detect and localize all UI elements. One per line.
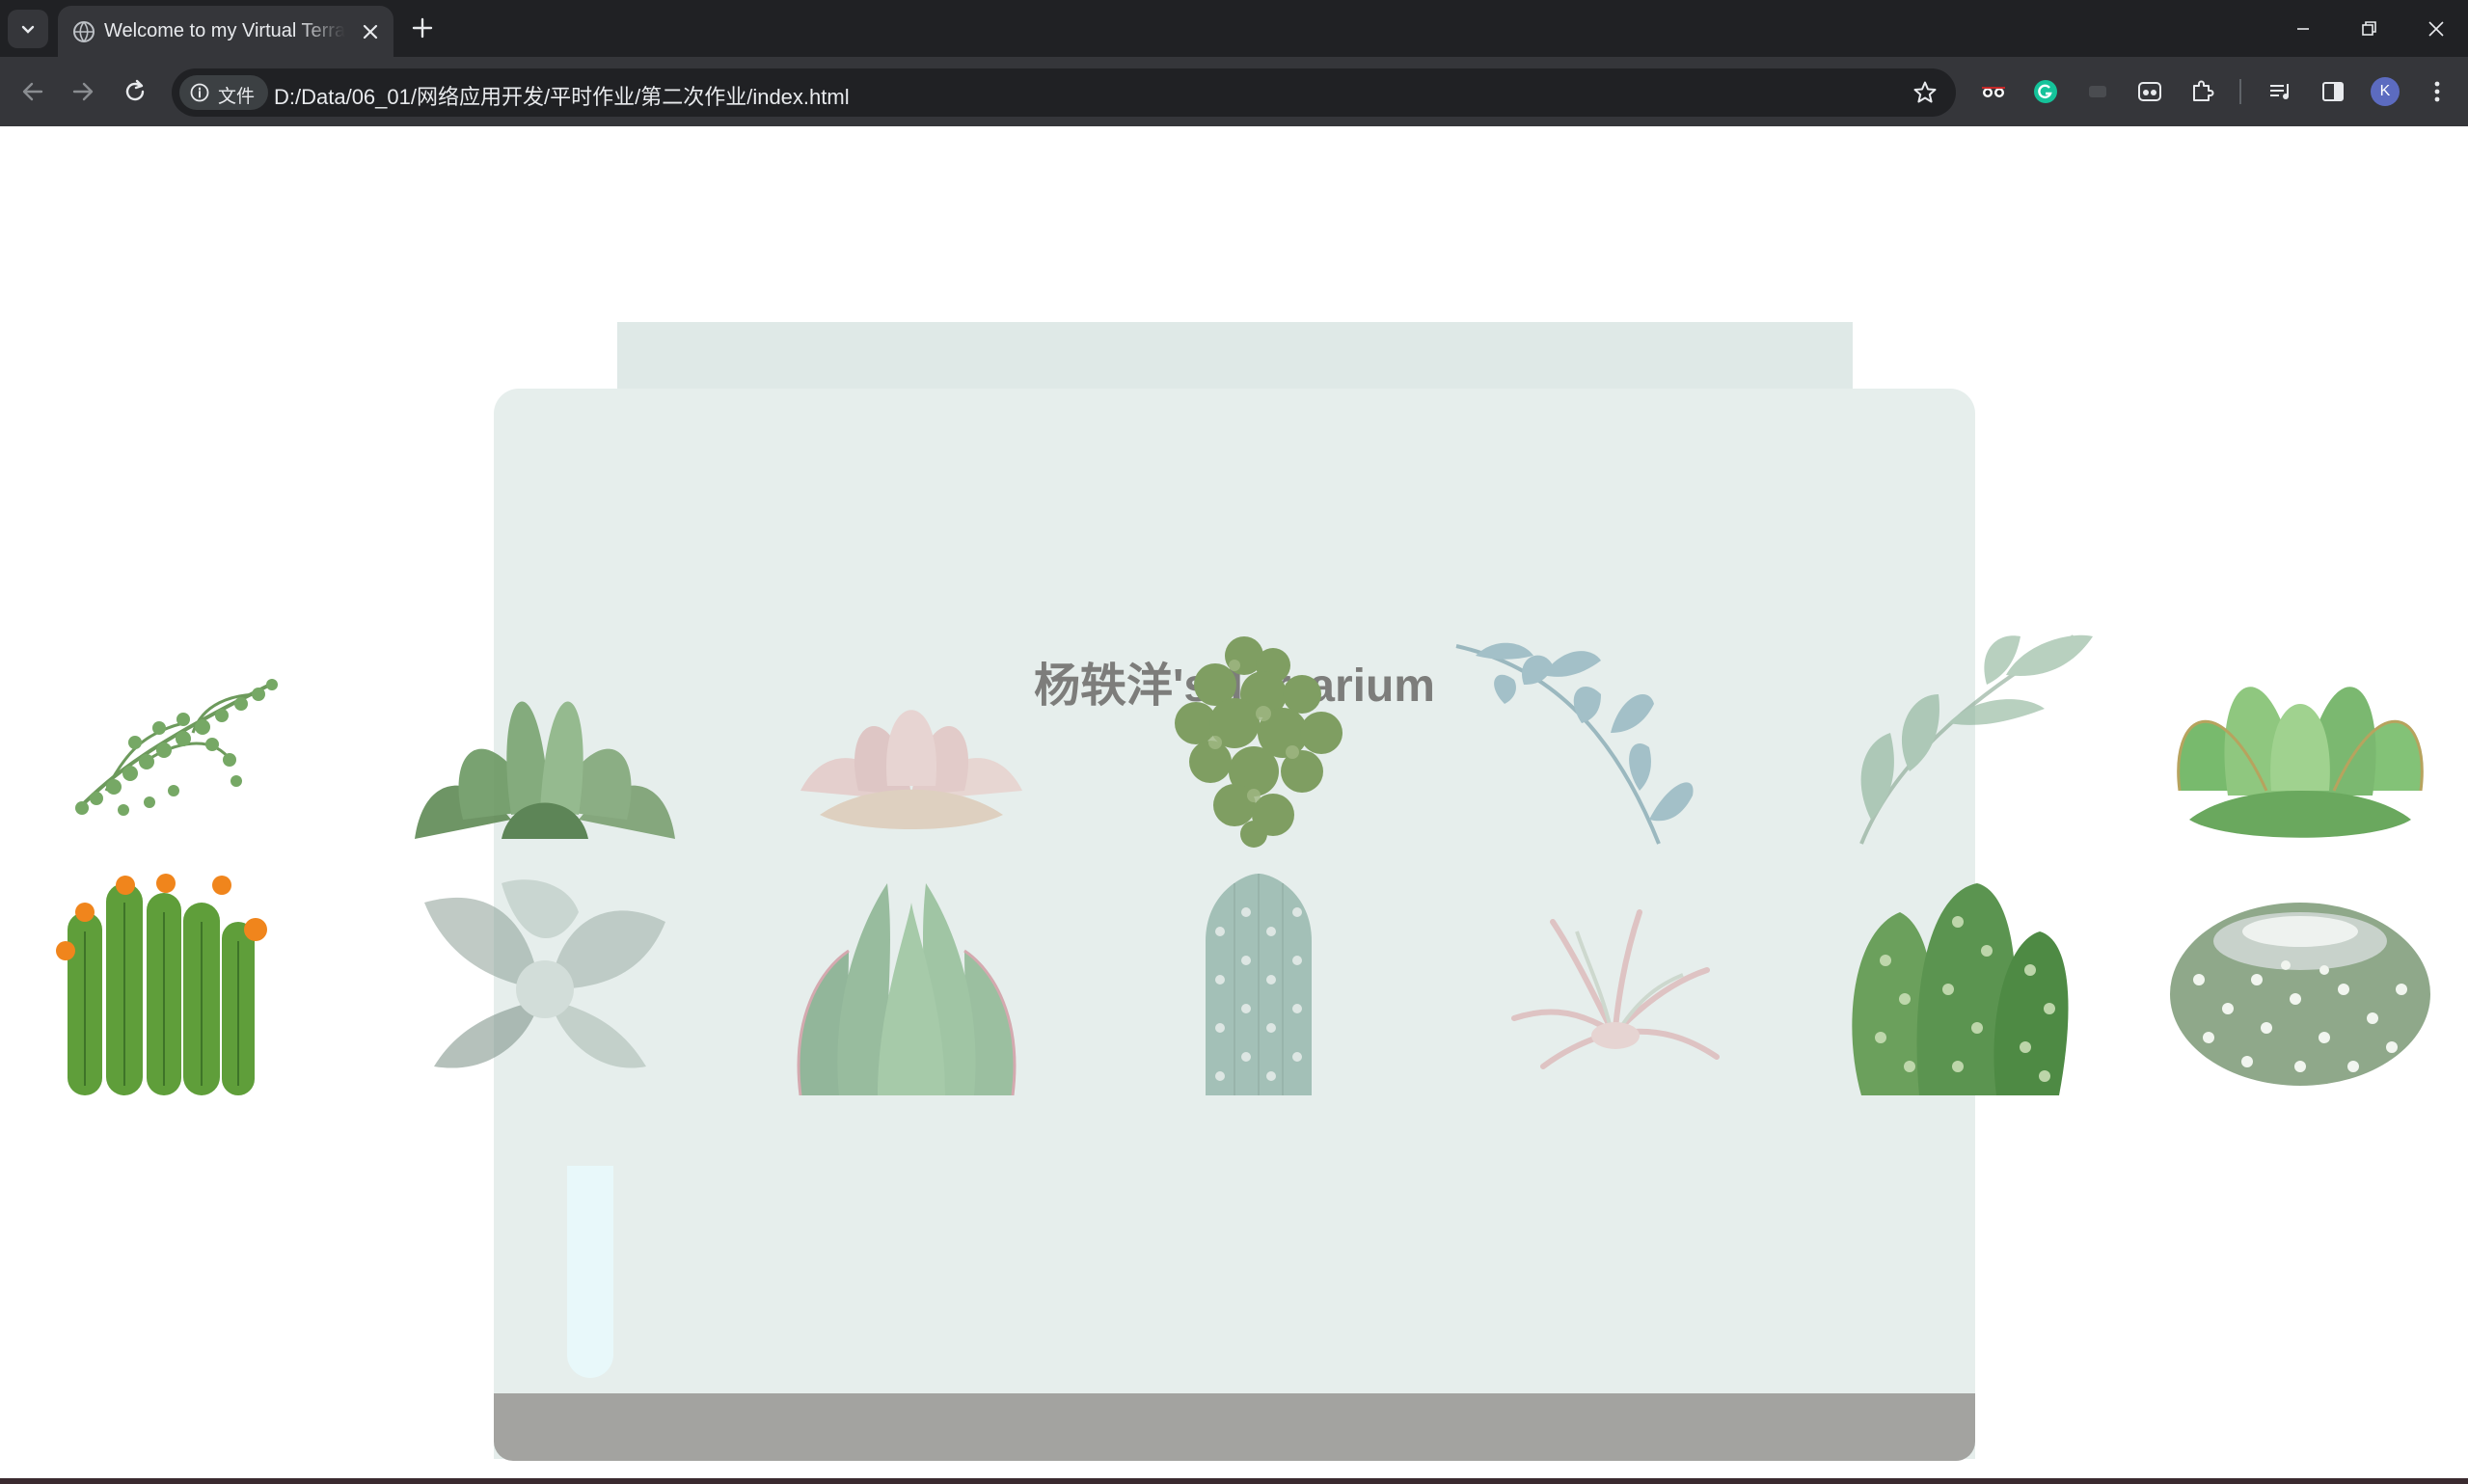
extension-faded-icon[interactable] [2081,75,2114,108]
info-icon [190,83,209,102]
plant-column-cactus[interactable] [1119,874,1398,1095]
grammarly-icon[interactable] [2029,75,2062,108]
tab-title: Welcome to my Virtual Terrarium [104,20,345,41]
plant-blue-eucalyptus-branch[interactable] [1447,627,1726,849]
close-window-icon[interactable] [2417,13,2455,44]
globe-icon [73,21,95,42]
plant-flowering-cactus[interactable] [39,874,318,1095]
plant-aloe-rosette[interactable] [772,874,1051,1096]
plant-fuzzy-ball-cactus[interactable] [2160,874,2440,1095]
taskbar-edge [0,1478,2468,1484]
browser-toolbar: 文件 D:/Data/06_01/网络应用开发/平时作业/第二次作业/index… [0,57,2468,126]
plant-sage-leaf-branch[interactable] [1832,627,2112,849]
forward-icon[interactable] [66,74,100,109]
more-menu-icon[interactable] [2421,75,2454,108]
site-info-chip[interactable]: 文件 [179,75,268,110]
profile-initial: K [2371,77,2400,106]
browser-tab-bar: Welcome to my Virtual Terrarium [0,0,2468,57]
jar-glossy-highlight [567,1166,613,1378]
minimize-icon[interactable] [2284,13,2322,44]
plant-jade-rosette[interactable] [2160,627,2440,849]
address-bar[interactable]: 文件 D:/Data/06_01/网络应用开发/平时作业/第二次作业/index… [172,68,1956,117]
bookmark-star-icon[interactable] [1912,79,1939,106]
plant-air-plant[interactable] [1476,874,1755,1095]
url-text[interactable]: D:/Data/06_01/网络应用开发/平时作业/第二次作业/index.ht… [274,80,850,111]
plant-string-of-pearls[interactable] [39,627,318,849]
new-tab-icon[interactable] [409,14,436,41]
toolbar-divider [2237,75,2243,108]
plant-prickly-pear[interactable] [1832,874,2112,1095]
extensions-puzzle-icon[interactable] [2185,75,2218,108]
side-panel-icon[interactable] [2317,75,2349,108]
plant-clustered-sedum[interactable] [1119,627,1398,849]
page-viewport: 杨轶洋's Terrarium [0,126,2468,1478]
terrarium-dirt [494,1393,1975,1461]
chip-label: 文件 [218,87,256,107]
extension-glasses-icon[interactable] [1977,75,2010,108]
back-icon[interactable] [15,74,50,109]
reload-icon[interactable] [118,74,152,109]
plant-pink-succulent[interactable] [772,627,1051,849]
close-tab-icon[interactable] [359,20,382,43]
jar-top [617,322,1853,390]
chevron-down-icon [21,25,35,34]
plant-silver-echeveria[interactable] [405,874,685,1095]
extension-mask-icon[interactable] [2133,75,2166,108]
profile-avatar[interactable]: K [2369,75,2401,108]
restore-icon[interactable] [2349,13,2388,44]
tab-search-button[interactable] [8,10,48,48]
plant-green-echeveria[interactable] [405,627,685,849]
active-tab[interactable]: Welcome to my Virtual Terrarium [58,6,393,57]
media-controls-icon[interactable] [2265,75,2297,108]
